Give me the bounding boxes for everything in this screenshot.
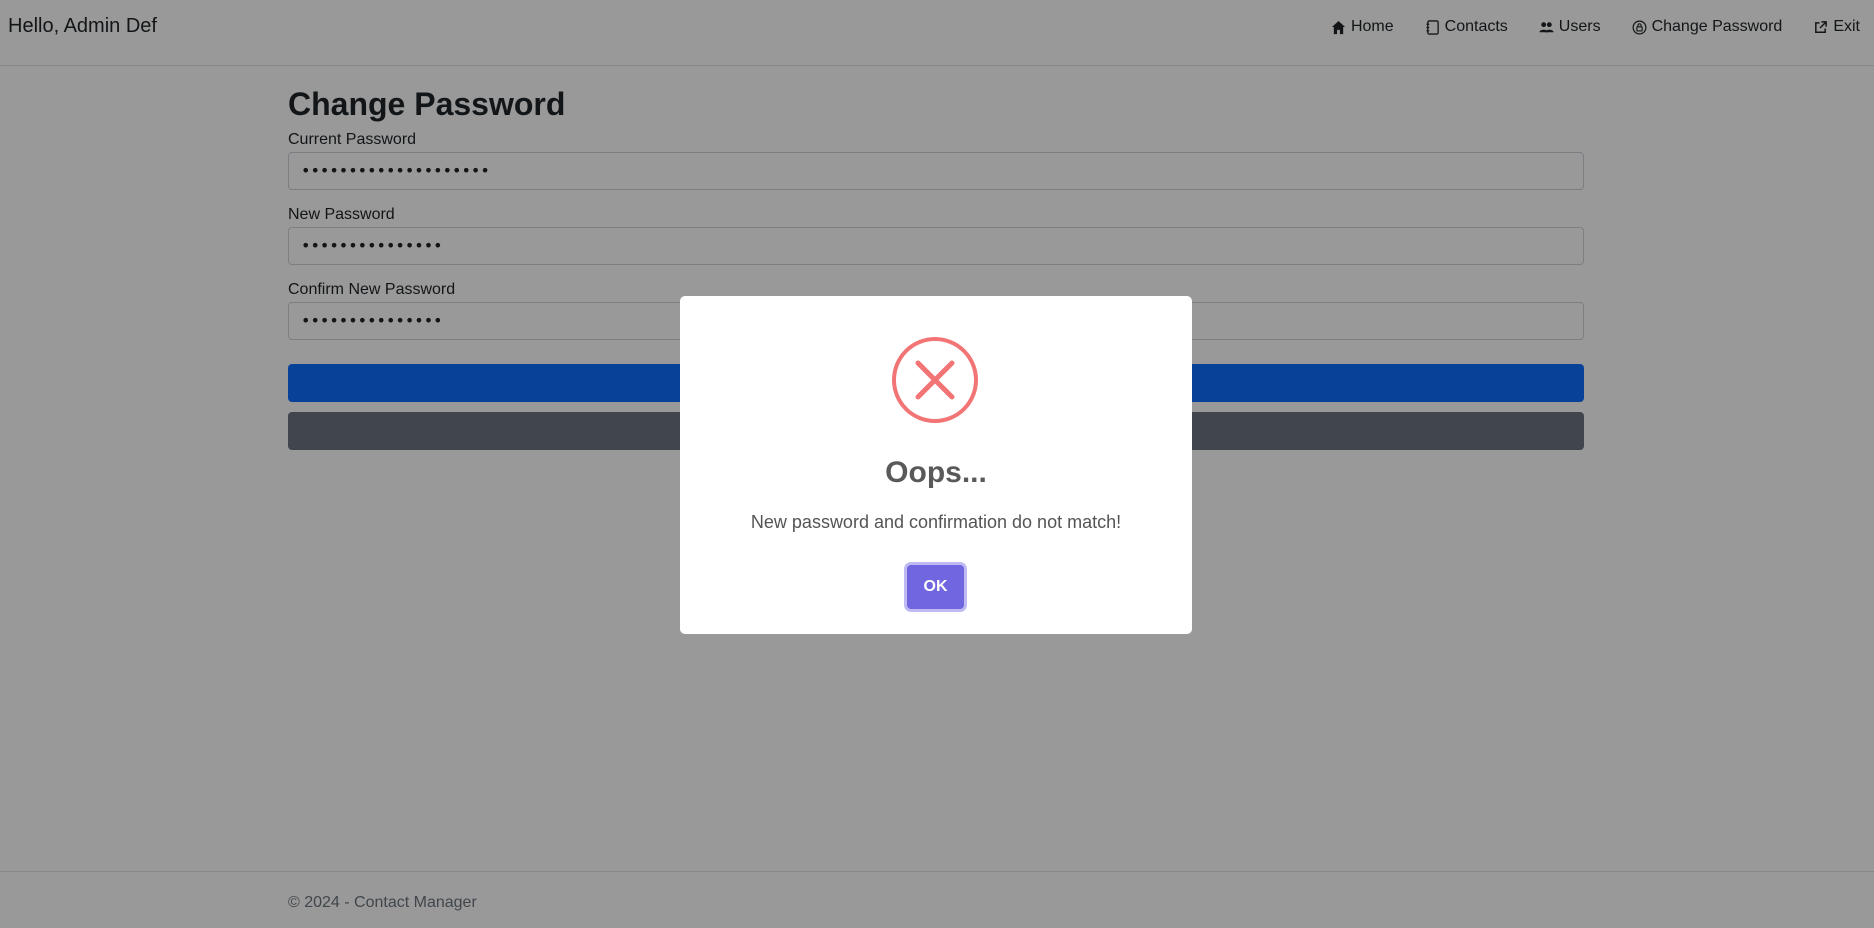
- ok-button[interactable]: OK: [907, 565, 964, 609]
- dialog-title: Oops...: [885, 456, 987, 489]
- error-dialog: Oops... New password and confirmation do…: [680, 296, 1192, 634]
- dialog-message: New password and confirmation do not mat…: [750, 512, 1122, 532]
- error-x-icon: [892, 337, 978, 423]
